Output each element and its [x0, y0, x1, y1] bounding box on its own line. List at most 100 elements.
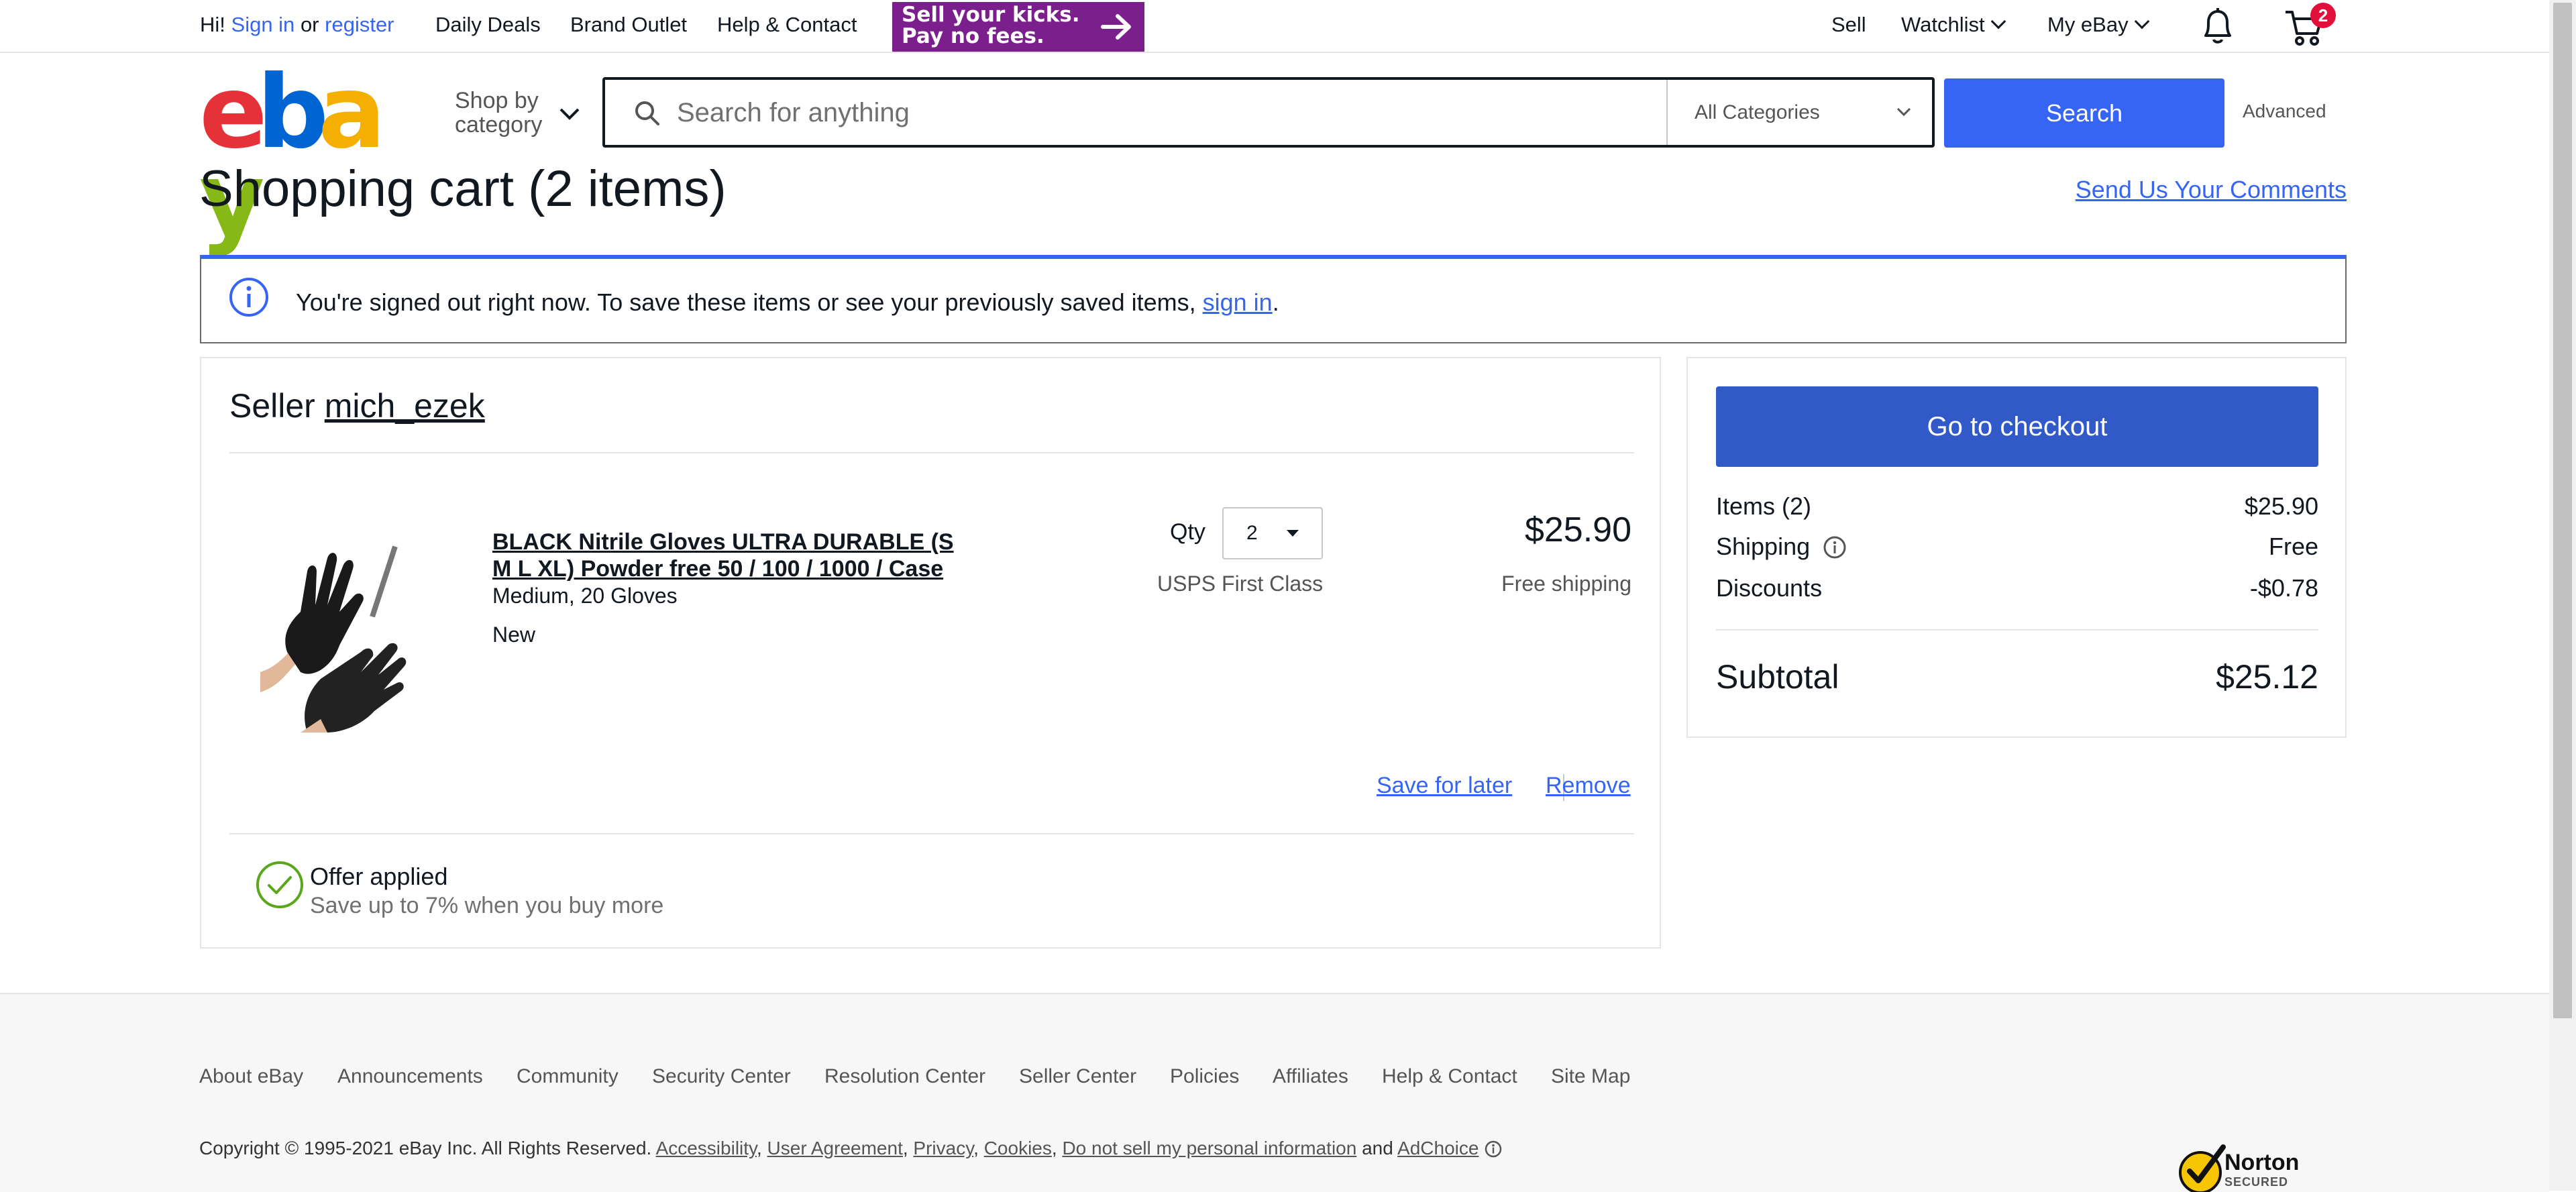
seller-label: Seller [229, 387, 315, 425]
footer: About eBay Announcements Community Secur… [0, 993, 2549, 1192]
do-not-sell-link[interactable]: Do not sell my personal information [1062, 1138, 1356, 1158]
footer-link-policies[interactable]: Policies [1170, 1065, 1239, 1088]
seller-cart-section: Seller mich_ezek BLACK Nitrile Gloves UL… [200, 357, 1661, 949]
item-title-line-1: BLACK Nitrile Gloves ULTRA DURABLE (S [492, 529, 954, 555]
promo-line-2: Pay no fees. [902, 24, 1044, 48]
save-for-later-link[interactable]: Save for later [1377, 773, 1512, 799]
seller-heading: Seller mich_ezek [229, 386, 485, 425]
search-button[interactable]: Search [1944, 78, 2224, 148]
divider [229, 833, 1634, 834]
or-text: or [300, 13, 319, 36]
advanced-search-link[interactable]: Advanced [2243, 101, 2326, 122]
promo-line-1: Sell your kicks. [902, 3, 1080, 27]
cookies-link[interactable]: Cookies [984, 1138, 1052, 1158]
divider [229, 452, 1634, 453]
daily-deals-link[interactable]: Daily Deals [435, 13, 541, 37]
accessibility-link[interactable]: Accessibility [656, 1138, 757, 1158]
offer-title: Offer applied [310, 863, 448, 890]
sell-link[interactable]: Sell [1831, 13, 1866, 37]
item-title-link[interactable]: BLACK Nitrile Gloves ULTRA DURABLE (S M … [492, 529, 1002, 582]
search-bar: All Categories [602, 77, 1935, 148]
qty-label: Qty [1170, 519, 1205, 545]
black-gloves-image [260, 545, 407, 733]
copyright-line: Copyright © 1995-2021 eBay Inc. All Righ… [199, 1138, 1503, 1159]
norton-label: Norton [2224, 1150, 2300, 1175]
footer-link-help-contact[interactable]: Help & Contact [1382, 1065, 1517, 1088]
chevron-down-icon [1896, 107, 1911, 117]
user-agreement-link[interactable]: User Agreement [767, 1138, 903, 1158]
item-condition: New [492, 622, 536, 647]
subtotal-value: $25.12 [2216, 658, 2318, 696]
brand-outlet-link[interactable]: Brand Outlet [570, 13, 687, 37]
cart-button[interactable]: 2 [2284, 3, 2344, 50]
sign-in-link[interactable]: Sign in [231, 13, 295, 36]
norton-secured-badge[interactable]: Norton SECURED [2176, 1142, 2317, 1192]
footer-link-announcements[interactable]: Announcements [337, 1065, 483, 1088]
go-to-checkout-button[interactable]: Go to checkout [1716, 386, 2318, 467]
my-ebay-label: My eBay [2047, 13, 2129, 36]
footer-link-security-center[interactable]: Security Center [652, 1065, 791, 1088]
copyright-text: Copyright © 1995-2021 eBay Inc. All Righ… [199, 1138, 652, 1158]
shop-by-line-1: Shop by [455, 88, 539, 113]
page-title: Shopping cart (2 items) [199, 160, 727, 217]
send-comments-link[interactable]: Send Us Your Comments [2076, 176, 2347, 204]
item-price: $25.90 [1524, 510, 1631, 549]
chevron-down-icon [2134, 13, 2149, 30]
footer-link-affiliates[interactable]: Affiliates [1273, 1065, 1348, 1088]
qty-select[interactable]: 2 [1222, 507, 1323, 559]
footer-link-resolution-center[interactable]: Resolution Center [824, 1065, 985, 1088]
notice-text: You're signed out right now. To save the… [296, 288, 1196, 316]
adchoice-info-icon[interactable] [1484, 1140, 1503, 1158]
watchlist-label: Watchlist [1901, 13, 1985, 36]
notice-end: . [1272, 288, 1279, 316]
signed-out-notice: You're signed out right now. To save the… [200, 255, 2347, 343]
greeting-area: Hi! Sign in or register [200, 13, 394, 37]
vertical-scrollbar[interactable] [2549, 0, 2576, 1191]
greeting-text: Hi! [200, 13, 225, 36]
footer-link-community[interactable]: Community [517, 1065, 619, 1088]
top-navigation-bar: Hi! Sign in or register Daily Deals Bran… [0, 0, 2549, 53]
shop-by-line-2: category [455, 112, 543, 138]
footer-link-site-map[interactable]: Site Map [1551, 1065, 1630, 1088]
order-summary: Go to checkout Items (2) $25.90 Shipping… [1686, 357, 2347, 738]
product-image[interactable] [260, 531, 419, 733]
search-icon [635, 101, 659, 125]
shipping-method: USPS First Class [1157, 572, 1324, 596]
arrow-right-icon [1101, 14, 1131, 40]
cart-count-badge: 2 [2310, 3, 2336, 28]
and-text: and [1362, 1138, 1393, 1158]
notice-sign-in-link[interactable]: sign in [1203, 288, 1273, 316]
notice-message: You're signed out right now. To save the… [296, 288, 1279, 317]
ebay-logo[interactable]: ebay [199, 54, 400, 250]
category-select[interactable]: All Categories [1666, 80, 1933, 145]
privacy-link[interactable]: Privacy [913, 1138, 973, 1158]
scrollbar-thumb[interactable] [2553, 3, 2572, 1018]
adchoice-link[interactable]: AdChoice [1397, 1138, 1479, 1158]
watchlist-menu[interactable]: Watchlist [1901, 13, 2006, 37]
help-contact-link[interactable]: Help & Contact [717, 13, 857, 37]
item-shipping-cost: Free shipping [1501, 572, 1631, 596]
register-link[interactable]: register [325, 13, 394, 36]
notification-bell-icon[interactable] [2199, 6, 2237, 46]
footer-link-seller-center[interactable]: Seller Center [1019, 1065, 1136, 1088]
discounts-label: Discounts [1716, 574, 1823, 602]
qty-value: 2 [1246, 522, 1258, 544]
norton-secured-label: SECURED [2224, 1175, 2289, 1189]
divider [1716, 629, 2318, 631]
items-label: Items (2) [1716, 492, 1812, 520]
items-value: $25.90 [2244, 492, 2318, 520]
search-input[interactable] [676, 80, 1584, 146]
item-title-line-2: M L XL) Powder free 50 / 100 / 1000 / Ca… [492, 556, 944, 582]
offer-subtitle: Save up to 7% when you buy more [310, 893, 664, 918]
sell-promo-banner[interactable]: Sell your kicks. Pay no fees. [892, 2, 1144, 52]
logo-letter-b: b [256, 54, 329, 171]
category-selected-value: All Categories [1695, 101, 1820, 123]
remove-link[interactable]: Remove [1546, 773, 1631, 799]
shipping-info-icon[interactable] [1822, 535, 1847, 560]
my-ebay-menu[interactable]: My eBay [2047, 13, 2149, 37]
shipping-value: Free [2268, 533, 2318, 560]
footer-link-about[interactable]: About eBay [199, 1065, 303, 1088]
shop-by-category-button[interactable]: Shop by category [455, 88, 580, 138]
seller-name-link[interactable]: mich_ezek [325, 387, 485, 425]
chevron-down-icon [1990, 13, 2006, 30]
